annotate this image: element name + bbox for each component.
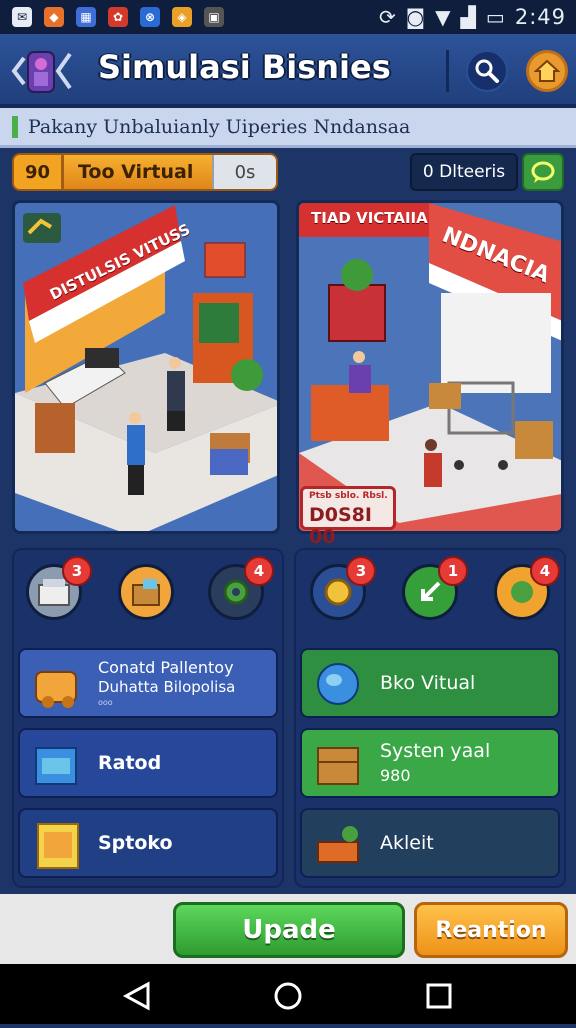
back-button[interactable] bbox=[10, 46, 80, 96]
battery-icon: ▭ bbox=[485, 5, 505, 29]
reaction-button[interactable]: Reantion bbox=[414, 902, 568, 958]
cart-icon bbox=[35, 671, 77, 708]
nav-icons bbox=[122, 981, 452, 1011]
menu-item-systen[interactable]: Systen yaal 980 bbox=[300, 728, 560, 798]
home-icon bbox=[534, 59, 560, 82]
price-caption: Ptsb sblo. Rbsl. bbox=[309, 491, 388, 501]
price-value: D0S8I 00 bbox=[309, 504, 372, 548]
back-arrow-icon bbox=[11, 51, 72, 93]
mode-label: Too Virtual bbox=[78, 161, 194, 183]
box-icon: ▣ bbox=[204, 7, 224, 27]
counter-value: 0s bbox=[212, 155, 276, 189]
nav-recents-icon bbox=[426, 983, 452, 1009]
firewall-icon: ◆ bbox=[44, 7, 64, 27]
search-button[interactable] bbox=[466, 50, 508, 92]
status-bar: ✉ ◆ ▦ ✿ ⊗ ◈ ▣ ⟳ ◙ ▼ ▟ ▭ 2:49 bbox=[0, 0, 576, 34]
box-circle[interactable] bbox=[118, 564, 174, 620]
package-icon bbox=[132, 579, 160, 606]
menu-item-ratod[interactable]: Ratod bbox=[18, 728, 278, 798]
menu-item-sptoko[interactable]: Sptoko bbox=[18, 808, 278, 878]
menu-item-akleit[interactable]: Akleit bbox=[300, 808, 560, 878]
notification-badge: 1 bbox=[438, 556, 468, 586]
calendar-icon: ▦ bbox=[76, 7, 96, 27]
globe-icon bbox=[317, 663, 359, 705]
upgrade-button[interactable]: Upade bbox=[173, 902, 405, 958]
menu-item-label: Bko Vitual bbox=[380, 672, 476, 694]
home-button[interactable] bbox=[526, 50, 568, 92]
subtitle-text: Pakany Unbaluianly Uiperies Nndansaa bbox=[28, 116, 411, 138]
header-divider bbox=[446, 50, 449, 92]
subtitle-bar: Pakany Unbaluianly Uiperies Nndansaa bbox=[0, 108, 576, 148]
chat-button[interactable] bbox=[522, 153, 564, 191]
search-icon bbox=[475, 59, 499, 83]
system-nav-bar bbox=[0, 964, 576, 1024]
status-pill[interactable]: 0 Dlteeris bbox=[410, 153, 518, 191]
left-panel: 3 4 Conatd Pallentoy Duhatta Bilopolisa … bbox=[12, 548, 284, 888]
notification-badge: 4 bbox=[244, 556, 274, 586]
menu-item-label: Systen yaal bbox=[380, 740, 491, 762]
menu-item-bko-vitual[interactable]: Bko Vitual bbox=[300, 648, 560, 718]
menu-item-sub: 980 bbox=[380, 766, 411, 785]
crafting-icon bbox=[317, 826, 359, 863]
shield-icon: ◈ bbox=[172, 7, 192, 27]
price-tag: Ptsb sblo. Rbsl. D0S8I 00 bbox=[300, 486, 396, 548]
document-icon bbox=[37, 823, 79, 869]
store-scene-left[interactable]: DISTULSIS VITUSS bbox=[12, 200, 280, 534]
maps-icon: ⊗ bbox=[140, 7, 160, 27]
nav-back-icon bbox=[122, 981, 150, 1011]
level-value: 90 bbox=[14, 155, 64, 189]
camera-icon: ◙ bbox=[405, 5, 426, 29]
right-panel: 3 1 4 Bko Vitual Systen yaal 980 Akleit bbox=[294, 548, 566, 888]
box-icon bbox=[317, 747, 359, 785]
header-bar: Simulasi Bisnies bbox=[0, 34, 576, 108]
game-icon: ✿ bbox=[108, 7, 128, 27]
menu-item-sub: Duhatta Bilopolisa bbox=[98, 678, 236, 696]
menu-item-tiny: ooo bbox=[98, 698, 113, 707]
menu-item-pallentoy[interactable]: Conatd Pallentoy Duhatta Bilopolisa ooo bbox=[18, 648, 278, 718]
subtitle-marker bbox=[12, 116, 18, 138]
store-scene-right[interactable]: TIAD VICTAIIA NDNACIA bbox=[296, 200, 564, 534]
menu-item-label: Sptoko bbox=[98, 832, 173, 854]
mail-icon: ✉ bbox=[12, 7, 32, 27]
chat-icon bbox=[531, 161, 555, 183]
store-sign-top-right: TIAD VICTAIIA bbox=[311, 209, 428, 227]
nav-home-icon bbox=[274, 982, 302, 1010]
status-time: 2:49 bbox=[514, 5, 566, 29]
wifi-icon: ▼ bbox=[435, 5, 451, 29]
sync-icon: ⟳ bbox=[378, 5, 396, 29]
notification-badge: 3 bbox=[62, 556, 92, 586]
notification-badge: 4 bbox=[530, 556, 560, 586]
mode-selector[interactable]: 90 Too Virtual 0s bbox=[12, 153, 278, 191]
menu-item-label: Conatd Pallentoy bbox=[98, 658, 234, 677]
notification-badge: 3 bbox=[346, 556, 376, 586]
crate-icon bbox=[35, 747, 77, 785]
page-title: Simulasi Bisnies bbox=[98, 48, 391, 86]
menu-item-label: Ratod bbox=[98, 752, 162, 774]
menu-item-label: Akleit bbox=[380, 832, 434, 854]
signal-icon: ▟ bbox=[460, 5, 476, 29]
